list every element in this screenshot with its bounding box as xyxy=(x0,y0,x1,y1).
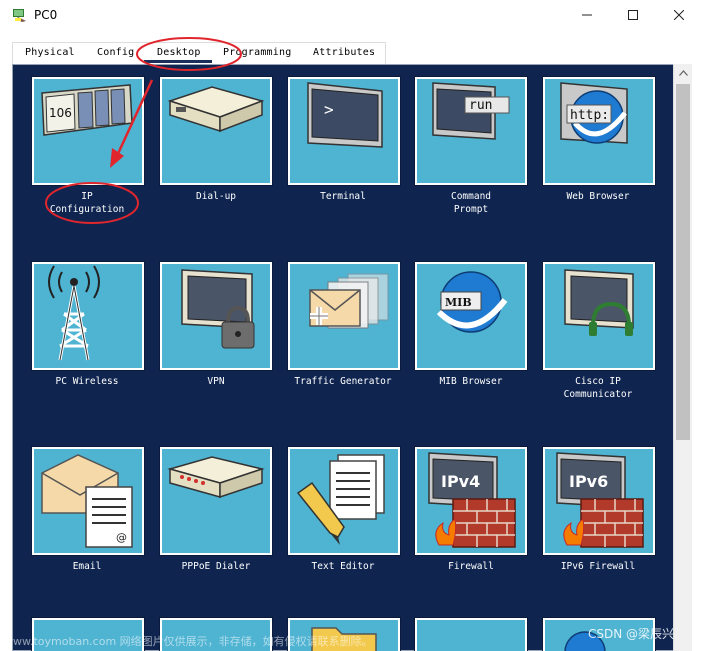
app-tile-ip-configuration[interactable]: 106 xyxy=(32,77,144,185)
app-tile-command-prompt[interactable]: run xyxy=(415,77,527,185)
app-label-cisco-ip-communicator: Cisco IP Communicator xyxy=(563,376,633,400)
email-icon: @ xyxy=(41,454,133,548)
ip-communicator-icon xyxy=(564,269,634,336)
firewall-icon: IPv4 xyxy=(428,452,516,548)
app-label-firewall: Firewall xyxy=(448,561,494,572)
title-bar: PC0 xyxy=(0,0,704,32)
terminal-icon: > xyxy=(307,82,383,148)
svg-text:106: 106 xyxy=(49,106,72,120)
svg-text:http:: http: xyxy=(570,108,609,123)
tab-attributes[interactable]: Attributes xyxy=(313,47,375,58)
packet-tracer-pc-icon xyxy=(13,9,26,22)
app-label-mib-browser: MIB Browser xyxy=(439,376,503,387)
app-tile-firewall[interactable]: IPv4 xyxy=(415,447,527,555)
window-title: PC0 xyxy=(34,8,58,22)
app-tile-terminal[interactable]: > xyxy=(288,77,400,185)
app-tile-dial-up[interactable] xyxy=(160,77,272,185)
tab-config[interactable]: Config xyxy=(97,47,134,58)
app-tile-web-browser[interactable]: http: xyxy=(543,77,655,185)
app-label-ip-configuration: IP Configuration xyxy=(49,191,125,215)
web-browser-icon: http: xyxy=(560,82,628,144)
tab-programming[interactable]: Programming xyxy=(223,47,291,58)
wireless-tower-icon xyxy=(48,265,100,361)
app-label-ipv6-firewall: IPv6 Firewall xyxy=(560,561,636,572)
app-label-terminal: Terminal xyxy=(320,191,366,202)
app-tile-vpn[interactable] xyxy=(160,262,272,370)
app-tile-mib-browser[interactable]: MIB xyxy=(415,262,527,370)
watermark-text: www.toymoban.com 网络图片仅供展示，非存储，如有侵权请联系删除。 xyxy=(4,635,373,648)
app-tile-pppoe-dialer[interactable] xyxy=(160,447,272,555)
app-label-command-prompt: Command Prompt xyxy=(450,191,492,215)
app-tile-row4-4[interactable] xyxy=(415,618,527,651)
vpn-lock-icon xyxy=(181,269,255,349)
close-icon xyxy=(674,10,684,20)
ipv6-firewall-icon: IPv6 xyxy=(556,452,644,548)
modem-icon xyxy=(167,86,265,133)
svg-text:>: > xyxy=(324,100,334,119)
svg-text:MIB: MIB xyxy=(445,296,472,309)
app-tile-cisco-ip-communicator[interactable] xyxy=(543,262,655,370)
active-tab-indicator xyxy=(144,60,212,63)
scroll-thumb[interactable] xyxy=(676,84,690,440)
minimize-button[interactable] xyxy=(564,0,610,30)
csdn-watermark: CSDN @梁辰兴 xyxy=(588,627,675,641)
svg-text:IPv4: IPv4 xyxy=(441,472,480,491)
app-label-vpn: VPN xyxy=(207,376,225,387)
app-tile-pc-wireless[interactable] xyxy=(32,262,144,370)
app-tile-traffic-generator[interactable] xyxy=(288,262,400,370)
svg-text:run: run xyxy=(469,98,492,113)
app-tile-ipv6-firewall[interactable]: IPv6 xyxy=(543,447,655,555)
svg-text:@: @ xyxy=(116,531,127,544)
tab-physical[interactable]: Physical xyxy=(25,47,75,58)
mib-browser-icon: MIB xyxy=(436,271,508,333)
app-tile-text-editor[interactable] xyxy=(288,447,400,555)
pppoe-dialer-icon xyxy=(167,456,265,499)
traffic-generator-icon xyxy=(309,273,389,329)
close-button[interactable] xyxy=(656,0,702,30)
app-label-dial-up: Dial-up xyxy=(195,191,237,202)
tab-desktop[interactable]: Desktop xyxy=(157,47,201,58)
svg-text:IPv6: IPv6 xyxy=(569,472,608,491)
ip-configuration-icon: 106 xyxy=(41,84,133,136)
app-label-traffic-generator: Traffic Generator xyxy=(294,376,392,387)
app-label-text-editor: Text Editor xyxy=(311,561,375,572)
app-label-email: Email xyxy=(72,561,102,572)
text-editor-icon xyxy=(296,454,385,545)
app-label-pppoe-dialer: PPPoE Dialer xyxy=(181,561,251,572)
vertical-scrollbar[interactable] xyxy=(673,64,692,651)
app-label-web-browser: Web Browser xyxy=(566,191,630,202)
app-tile-email[interactable]: @ xyxy=(32,447,144,555)
maximize-button[interactable] xyxy=(610,0,656,30)
scroll-up-button[interactable] xyxy=(674,64,692,82)
chevron-up-icon xyxy=(678,70,688,76)
command-prompt-icon: run xyxy=(432,82,510,140)
minimize-icon xyxy=(582,14,592,16)
maximize-icon xyxy=(628,10,638,20)
app-label-pc-wireless: PC Wireless xyxy=(55,376,119,387)
